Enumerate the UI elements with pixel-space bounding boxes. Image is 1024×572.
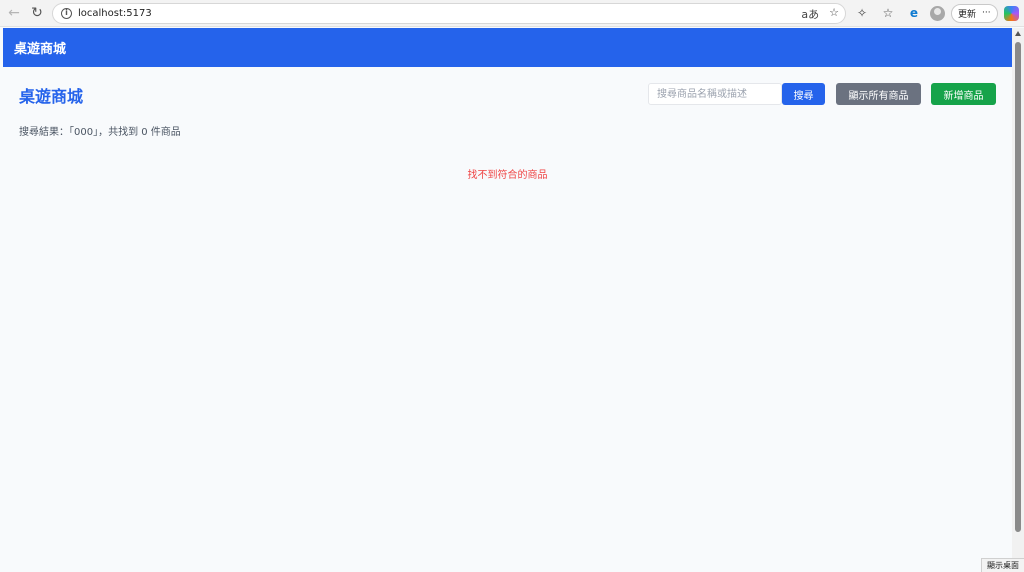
- reload-icon[interactable]: ↻: [26, 2, 48, 24]
- edge-icon[interactable]: e: [904, 3, 924, 23]
- favorite-star-icon[interactable]: ☆: [829, 6, 839, 22]
- app-header-title[interactable]: 桌遊商城: [14, 38, 66, 57]
- copilot-icon[interactable]: [1003, 5, 1019, 21]
- app-header: 桌遊商城: [3, 28, 1012, 67]
- add-product-button[interactable]: 新增商品: [931, 83, 996, 105]
- page-title: 桌遊商城: [19, 87, 84, 106]
- show-desktop-button[interactable]: 顯示桌面: [981, 558, 1024, 572]
- scroll-up-arrow-icon[interactable]: [1015, 31, 1021, 36]
- search-button[interactable]: 搜尋: [782, 83, 825, 105]
- update-label: 更新: [958, 9, 977, 20]
- empty-state-message: 找不到符合的商品: [467, 170, 548, 181]
- address-bar[interactable]: i localhost:5173 aあ ☆: [52, 3, 846, 24]
- back-icon[interactable]: ←: [3, 2, 25, 24]
- show-all-button[interactable]: 顯示所有商品: [836, 83, 921, 105]
- more-icon[interactable]: ···: [982, 8, 991, 18]
- url-text[interactable]: localhost:5173: [78, 8, 152, 19]
- site-info-icon[interactable]: i: [61, 8, 72, 19]
- search-result-summary: 搜尋結果：「000」，共找到 0 件商品: [19, 127, 181, 138]
- search-input[interactable]: [648, 83, 782, 105]
- read-aloud-icon[interactable]: aあ: [801, 6, 819, 22]
- favorites-icon[interactable]: ☆: [878, 3, 898, 23]
- profile-avatar[interactable]: [930, 5, 945, 21]
- vertical-scrollbar[interactable]: [1012, 28, 1024, 558]
- update-button[interactable]: 更新 ···: [951, 3, 998, 23]
- bottom-strip: [0, 558, 981, 572]
- main-content: 桌遊商城 搜尋 顯示所有商品 新增商品 搜尋結果：「000」，共找到 0 件商品…: [3, 67, 1012, 572]
- scroll-thumb[interactable]: [1015, 42, 1021, 532]
- extensions-icon[interactable]: ✧: [852, 3, 872, 23]
- browser-toolbar: ← ↻ i localhost:5173 aあ ☆ ✧ ☆ e 更新 ···: [0, 0, 1024, 27]
